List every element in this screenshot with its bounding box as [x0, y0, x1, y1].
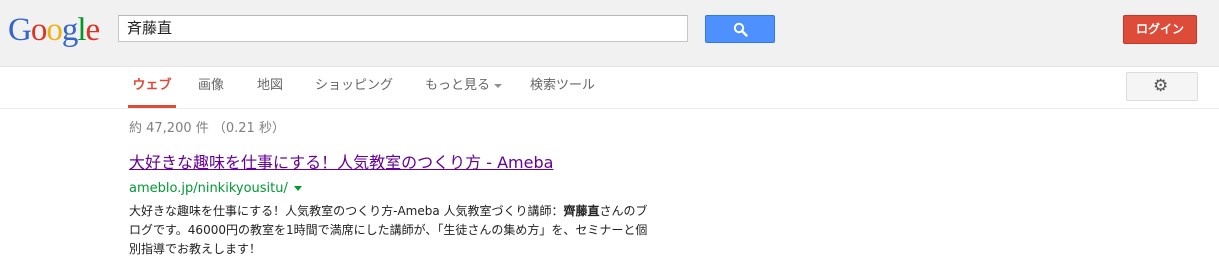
search-result: 大好きな趣味を仕事にする！人気教室のつくり方 - Ameba ameblo.jp…: [129, 152, 689, 259]
logo-letter: o: [30, 12, 47, 48]
logo-letter: G: [8, 12, 32, 48]
tab-images[interactable]: 画像: [198, 67, 224, 108]
google-logo[interactable]: Google: [8, 10, 101, 50]
gear-icon: ⚙: [1153, 76, 1169, 96]
result-url: ameblo.jp/ninkikyousitu/: [129, 181, 288, 196]
login-button[interactable]: ログイン: [1123, 15, 1197, 44]
tab-search-tools[interactable]: 検索ツール: [530, 67, 595, 108]
tab-web[interactable]: ウェブ: [128, 67, 176, 108]
tab-more-label: もっと見る: [425, 78, 491, 93]
search-nav-bar: ウェブ 画像 地図 ショッピング もっと見る 検索ツール: [0, 67, 1219, 109]
chevron-down-icon: [494, 83, 503, 88]
result-url-row: ameblo.jp/ninkikyousitu/: [129, 180, 689, 198]
snippet-text: 大好きな趣味を仕事にする！人気教室のつくり方-Ameba 人気教室づくり講師：: [129, 204, 564, 218]
search-icon: [733, 22, 748, 37]
snippet-highlight: 齊藤直: [563, 204, 600, 218]
logo-letter: e: [85, 12, 101, 48]
result-snippet: 大好きな趣味を仕事にする！人気教室のつくり方-Ameba 人気教室づくり講師：齊…: [129, 202, 649, 259]
settings-button[interactable]: ⚙: [1126, 72, 1198, 101]
result-title-link[interactable]: 大好きな趣味を仕事にする！人気教室のつくり方 - Ameba: [129, 152, 689, 174]
top-header: Google 斉藤直 ログイン: [0, 0, 1219, 67]
logo-letter: l: [77, 12, 86, 48]
tab-more[interactable]: もっと見る: [425, 67, 503, 108]
tab-maps[interactable]: 地図: [257, 67, 283, 108]
search-button[interactable]: [705, 15, 775, 43]
logo-letter: g: [61, 12, 78, 48]
result-stats: 約 47,200 件 （0.21 秒）: [129, 121, 285, 136]
logo-letter: o: [46, 12, 62, 48]
url-dropdown-arrow-icon[interactable]: [293, 186, 302, 191]
tab-shopping[interactable]: ショッピング: [315, 67, 393, 108]
search-input[interactable]: 斉藤直: [118, 15, 688, 42]
